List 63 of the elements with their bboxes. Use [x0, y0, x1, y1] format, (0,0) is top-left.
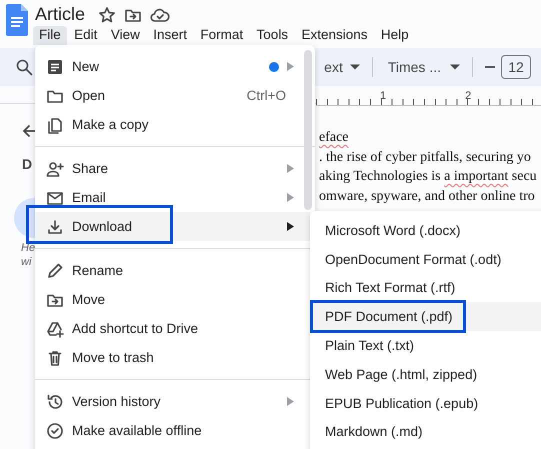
- copy-icon: [46, 116, 64, 134]
- download-icon: [46, 218, 64, 236]
- ruler-number: 2: [465, 91, 472, 102]
- caret-icon: [348, 63, 361, 71]
- menu-item[interactable]: Make available offline: [35, 416, 310, 445]
- add-person-icon: [46, 160, 64, 178]
- back-arrow-icon[interactable]: [22, 123, 38, 139]
- menu-item[interactable]: Email: [35, 183, 310, 212]
- menu-item[interactable]: Share: [35, 154, 310, 183]
- menu-item[interactable]: Move to trash: [35, 343, 310, 372]
- docs-logo-icon: [6, 4, 28, 36]
- ruler-number: 1: [380, 91, 386, 102]
- drive-plus-icon: [46, 320, 64, 338]
- paragraph-style-dropdown[interactable]: ext: [324, 59, 343, 75]
- menu-bar-item[interactable]: Edit: [68, 26, 104, 45]
- document-text-line: omware, spyware, and other online tro: [319, 188, 536, 206]
- submenu-item[interactable]: PDF Document (.pdf): [310, 302, 541, 332]
- menu-bar-item[interactable]: File: [33, 26, 67, 45]
- menu-item[interactable]: Add shortcut to Drive: [35, 314, 310, 343]
- check-circle-icon: [46, 422, 64, 440]
- font-dropdown[interactable]: Times ...: [388, 59, 441, 75]
- document-text-line: aking Technologies is a important secu: [319, 168, 538, 186]
- menu-bar-item[interactable]: Tools: [250, 26, 294, 45]
- shortcut-text: Ctrl+O: [246, 88, 286, 103]
- submenu-arrow-icon: [287, 62, 294, 71]
- submenu-item[interactable]: EPUB Publication (.epub): [310, 388, 541, 418]
- submenu-item[interactable]: Plain Text (.txt): [310, 331, 541, 360]
- new-badge-dot: [269, 62, 279, 72]
- submenu-arrow-icon: [287, 193, 294, 202]
- menu-bar-item[interactable]: View: [104, 26, 146, 45]
- history-icon: [46, 392, 64, 410]
- menu-item[interactable]: Version history: [35, 387, 310, 416]
- menu-bar-item[interactable]: Help: [374, 26, 415, 45]
- submenu-arrow-icon: [287, 222, 294, 231]
- trash-icon: [46, 348, 64, 366]
- submenu-item[interactable]: Rich Text Format (.rtf): [310, 274, 541, 302]
- submenu-item[interactable]: Markdown (.md): [310, 418, 541, 446]
- hint-text: He wi: [21, 241, 36, 269]
- menu-item[interactable]: Make a copy: [35, 110, 310, 139]
- document-text-line: . the rise of cyber pitfalls, securing yo: [319, 148, 532, 167]
- pencil-icon: [46, 262, 64, 280]
- document-title[interactable]: Article: [33, 4, 86, 25]
- menu-bar-item[interactable]: Extensions: [295, 26, 374, 45]
- document-icon: [46, 58, 64, 76]
- caret-icon: [449, 63, 461, 71]
- menu-bar-item[interactable]: Format: [194, 26, 250, 45]
- search-icon[interactable]: [15, 58, 33, 76]
- star-icon[interactable]: [98, 6, 116, 24]
- scrollbar[interactable]: [304, 50, 312, 210]
- submenu-arrow-icon: [287, 397, 294, 406]
- menu-item[interactable]: New: [35, 52, 310, 81]
- menu-item[interactable]: Open Ctrl+O: [35, 81, 310, 110]
- submenu-item[interactable]: Microsoft Word (.docx): [310, 216, 541, 245]
- document-text-line: eface: [319, 129, 350, 147]
- menu-item[interactable]: Move: [35, 285, 310, 314]
- submenu-arrow-icon: [287, 164, 294, 173]
- menu-bar-item[interactable]: Insert: [147, 26, 193, 45]
- font-size-field[interactable]: 12: [501, 55, 531, 79]
- menu-item[interactable]: Rename: [35, 256, 310, 285]
- menu-item[interactable]: Download: [35, 212, 310, 241]
- submenu-item[interactable]: OpenDocument Format (.odt): [310, 244, 541, 274]
- submenu-item[interactable]: Web Page (.html, zipped): [310, 360, 541, 389]
- panel-heading: D: [22, 156, 32, 172]
